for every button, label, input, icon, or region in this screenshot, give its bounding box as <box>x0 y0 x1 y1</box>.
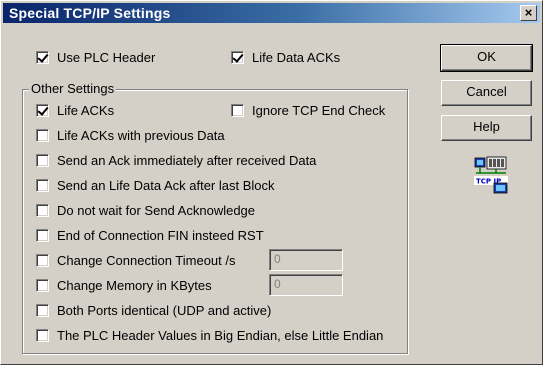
life-data-acks-label: Life Data ACKs <box>252 49 341 65</box>
settings-label: End of Connection FIN insteed RST <box>57 227 264 243</box>
settings-checkbox[interactable] <box>36 153 49 167</box>
memory-kbytes-checkbox[interactable] <box>36 278 49 292</box>
ignore-tcp-end-option[interactable]: Ignore TCP End Check <box>231 101 385 119</box>
memory-kbytes-label: Change Memory in KBytes <box>57 277 212 293</box>
life-acks-checkbox[interactable] <box>36 103 49 117</box>
title-bar[interactable]: Special TCP/IP Settings × <box>3 3 540 23</box>
settings-option[interactable]: Do not wait for Send Acknowledge <box>36 201 255 219</box>
life-acks-option[interactable]: Life ACKs <box>36 101 114 119</box>
connection-timeout-label: Change Connection Timeout /s <box>57 252 236 268</box>
settings-label: Send an Life Data Ack after last Block <box>57 177 275 193</box>
life-data-acks-option[interactable]: Life Data ACKs <box>231 48 340 66</box>
settings-label: Do not wait for Send Acknowledge <box>57 202 256 218</box>
use-plc-header-checkbox[interactable] <box>36 50 49 64</box>
life-data-acks-checkbox[interactable] <box>231 50 244 64</box>
ok-button[interactable]: OK <box>440 44 533 72</box>
other-settings-legend: Other Settings <box>29 81 117 96</box>
use-plc-header-option[interactable]: Use PLC Header <box>36 48 155 66</box>
settings-option[interactable]: Life ACKs with previous Data <box>36 126 225 144</box>
connection-timeout-input[interactable]: 0 <box>269 249 343 271</box>
life-acks-label: Life ACKs <box>57 102 115 118</box>
settings-option[interactable]: Send an Ack immediately after received D… <box>36 151 316 169</box>
settings-checkbox[interactable] <box>36 303 49 317</box>
cancel-button[interactable]: Cancel <box>441 80 532 106</box>
tcp-ip-icon: TCP IP <box>474 156 508 194</box>
settings-label: Both Ports identical (UDP and active) <box>57 302 272 318</box>
settings-label: Life ACKs with previous Data <box>57 127 225 143</box>
ignore-tcp-end-label: Ignore TCP End Check <box>252 102 386 118</box>
close-button[interactable]: × <box>520 5 537 21</box>
use-plc-header-label: Use PLC Header <box>57 49 156 65</box>
settings-option[interactable]: Both Ports identical (UDP and active) <box>36 301 271 319</box>
settings-checkbox[interactable] <box>36 128 49 142</box>
connection-timeout-checkbox[interactable] <box>36 253 49 267</box>
settings-option[interactable]: Send an Life Data Ack after last Block <box>36 176 275 194</box>
dialog-window: Special TCP/IP Settings × Use PLC Header… <box>0 0 543 365</box>
settings-label: Send an Ack immediately after received D… <box>57 152 317 168</box>
window-title: Special TCP/IP Settings <box>9 5 171 21</box>
memory-kbytes-input[interactable]: 0 <box>269 274 343 296</box>
settings-checkbox[interactable] <box>36 328 49 342</box>
settings-option[interactable]: End of Connection FIN insteed RST <box>36 226 264 244</box>
ignore-tcp-end-checkbox[interactable] <box>231 103 244 117</box>
help-button[interactable]: Help <box>441 115 532 141</box>
settings-checkbox[interactable] <box>36 228 49 242</box>
settings-checkbox[interactable] <box>36 203 49 217</box>
settings-option[interactable]: The PLC Header Values in Big Endian, els… <box>36 326 383 344</box>
memory-kbytes-option[interactable]: Change Memory in KBytes <box>36 276 212 294</box>
settings-label: The PLC Header Values in Big Endian, els… <box>57 327 384 343</box>
settings-checkbox[interactable] <box>36 178 49 192</box>
connection-timeout-option[interactable]: Change Connection Timeout /s <box>36 251 236 269</box>
